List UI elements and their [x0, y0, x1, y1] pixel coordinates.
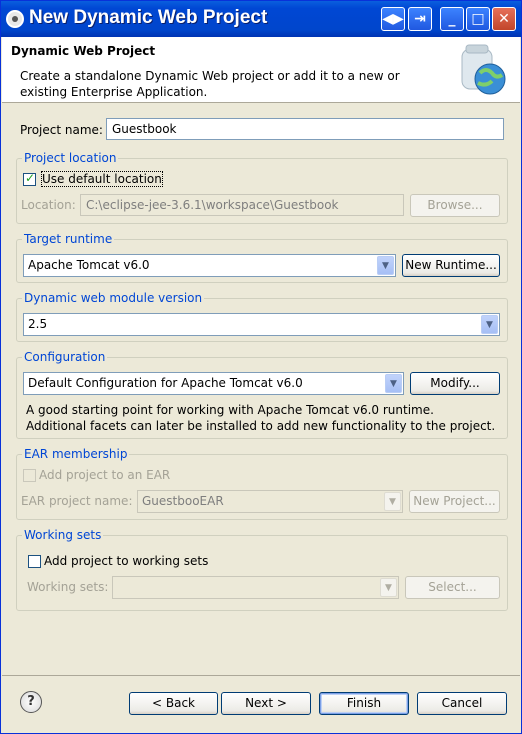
ear-project-name-label: EAR project name:	[21, 494, 133, 508]
target-runtime-value: Apache Tomcat v6.0	[28, 258, 150, 272]
use-default-location-checkbox[interactable]	[23, 171, 36, 186]
page-description: Create a standalone Dynamic Web project …	[20, 69, 400, 99]
window-title: New Dynamic Web Project	[29, 7, 268, 28]
back-button[interactable]: < Back	[129, 692, 218, 715]
configuration-title: Configuration	[22, 350, 108, 364]
wizard-banner: Dynamic Web Project Create a standalone …	[2, 37, 520, 103]
chevron-down-icon[interactable]: ▼	[385, 374, 402, 393]
working-sets-label: Working sets:	[27, 580, 109, 594]
target-runtime-title: Target runtime	[22, 232, 115, 246]
finish-button[interactable]: Finish	[319, 692, 409, 715]
new-ear-project-button: New Project...	[409, 490, 500, 513]
working-sets-group	[16, 535, 508, 611]
project-name-label: Project name:	[20, 123, 103, 137]
add-to-working-sets-checkbox[interactable]	[28, 555, 41, 568]
ear-membership-title: EAR membership	[22, 447, 130, 461]
chevron-down-icon: ▼	[380, 578, 397, 597]
cancel-button[interactable]: Cancel	[417, 692, 507, 715]
use-default-location-label[interactable]: Use default location	[41, 171, 163, 187]
chevron-down-icon[interactable]: ▼	[481, 315, 498, 334]
location-label: Location:	[21, 198, 76, 212]
select-working-sets-button: Select...	[405, 576, 500, 599]
chevron-down-icon: ▼	[384, 492, 401, 511]
minimize-icon[interactable]: _	[440, 7, 464, 31]
project-location-title: Project location	[22, 151, 119, 165]
switch-window-icon[interactable]: ◀▶	[381, 7, 405, 31]
working-sets-combo: ▼	[112, 576, 399, 599]
restore-icon[interactable]: ⇥	[408, 7, 432, 31]
add-to-ear-checkbox	[23, 469, 36, 482]
configuration-description: A good starting point for working with A…	[26, 403, 496, 433]
modify-button[interactable]: Modify...	[410, 372, 500, 395]
module-version-combo[interactable]: 2.5 ▼	[23, 313, 500, 336]
location-field: C:\eclipse-jee-3.6.1\workspace\Guestbook	[80, 194, 404, 216]
close-icon[interactable]: ✕	[492, 7, 516, 31]
add-to-ear-label: Add project to an EAR	[39, 468, 171, 482]
ear-project-value: GuestbooEAR	[142, 494, 224, 508]
title-bar[interactable]: New Dynamic Web Project ◀▶ ⇥ _ □ ✕	[1, 1, 521, 37]
app-icon[interactable]	[6, 10, 24, 28]
module-version-title: Dynamic web module version	[22, 291, 205, 305]
target-runtime-combo[interactable]: Apache Tomcat v6.0 ▼	[23, 254, 396, 277]
configuration-value: Default Configuration for Apache Tomcat …	[28, 376, 303, 390]
browse-button: Browse...	[410, 194, 500, 217]
add-to-working-sets-label[interactable]: Add project to working sets	[44, 554, 208, 568]
next-button[interactable]: Next >	[221, 692, 311, 715]
project-name-field[interactable]: Guestbook	[106, 118, 504, 140]
dialog-window: New Dynamic Web Project ◀▶ ⇥ _ □ ✕ Dynam…	[0, 0, 522, 734]
ear-project-combo: GuestbooEAR ▼	[137, 490, 403, 513]
module-version-value: 2.5	[28, 317, 48, 331]
configuration-combo[interactable]: Default Configuration for Apache Tomcat …	[23, 372, 404, 395]
footer-divider	[2, 675, 520, 676]
new-runtime-button[interactable]: New Runtime...	[402, 254, 500, 277]
page-heading: Dynamic Web Project	[11, 44, 156, 58]
working-sets-title: Working sets	[22, 528, 104, 542]
maximize-icon[interactable]: □	[466, 7, 490, 31]
chevron-down-icon[interactable]: ▼	[377, 256, 394, 275]
web-project-wizard-icon	[461, 44, 506, 95]
help-icon[interactable]: ?	[20, 691, 42, 713]
